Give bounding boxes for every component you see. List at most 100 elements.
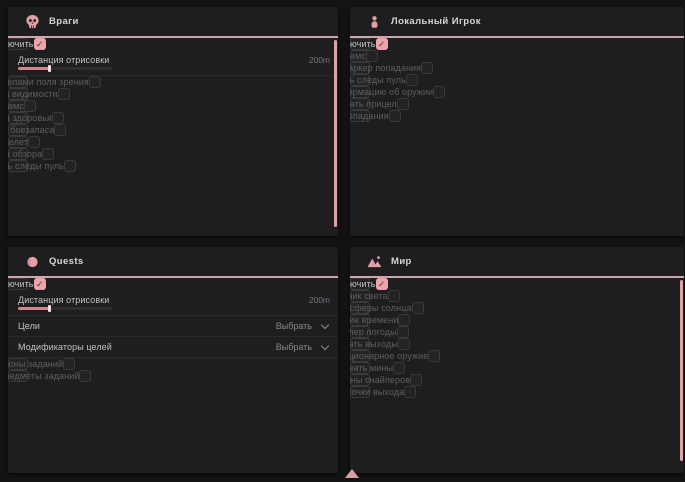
setting-label: Полоска здоровья — [8, 114, 52, 123]
setting-label: Включить — [8, 40, 34, 49]
setting-row[interactable]: Проверка видимости — [8, 88, 28, 100]
checkbox[interactable] — [28, 136, 40, 148]
setting-row[interactable]: Показывать следы пуль — [8, 160, 28, 172]
setting-row[interactable]: Смена атмосферы солнца — [350, 302, 370, 314]
checkbox[interactable] — [404, 386, 416, 398]
checkbox[interactable] — [412, 302, 424, 314]
checkbox[interactable] — [42, 148, 54, 160]
panel-content-local-player: Включить✓ ЧамсПоказывать маркер попадания… — [350, 38, 684, 236]
setting-label: Показывать следы пуль — [8, 162, 64, 171]
setting-row[interactable]: Включить✓ — [350, 38, 370, 50]
checkbox[interactable] — [79, 370, 91, 382]
setting-row[interactable]: Контроллер погоды — [350, 326, 370, 338]
setting-row[interactable]: Полоска боезапаса — [8, 124, 28, 136]
setting-row[interactable]: Чамс — [8, 100, 28, 112]
slider-value: 200m — [309, 55, 330, 65]
setting-label: Источник света — [350, 292, 388, 301]
setting-row[interactable]: Показать зоны заданий — [8, 358, 28, 370]
setting-row[interactable]: Показывать следы пуль — [350, 74, 370, 86]
setting-row[interactable]: Показывать выходы — [350, 338, 370, 350]
checkbox[interactable] — [58, 88, 70, 100]
checkbox[interactable] — [428, 350, 440, 362]
setting-label: Показывать маркер попадания — [350, 64, 421, 73]
setting-label: Показывать прицел — [350, 100, 397, 109]
slider-handle[interactable] — [48, 305, 51, 312]
panel-title: Враги — [49, 16, 79, 27]
setting-label: Показывать предметы заданий — [8, 372, 79, 381]
setting-label: Смена атмосферы солнца — [350, 304, 412, 313]
checkbox[interactable] — [398, 338, 410, 350]
setting-label: Чамс — [8, 102, 24, 111]
quest-icon — [25, 254, 40, 269]
checkbox[interactable]: ✓ — [34, 38, 46, 50]
checkbox[interactable] — [388, 290, 400, 302]
setting-row[interactable]: Модификаторы целей Выбрать — [8, 337, 338, 358]
checkbox[interactable] — [393, 362, 405, 374]
checkbox[interactable]: ✓ — [34, 278, 46, 290]
setting-row[interactable]: Скелет — [8, 136, 28, 148]
checkbox[interactable] — [64, 160, 76, 172]
setting-row[interactable]: Показывать маркер попадания — [350, 62, 370, 74]
setting-row[interactable]: Показать зоны снайперов — [350, 374, 370, 386]
checkbox[interactable]: ✓ — [376, 38, 388, 50]
checkbox[interactable] — [63, 358, 75, 370]
checkbox[interactable] — [89, 76, 101, 88]
setting-row[interactable]: Полоска здоровья — [8, 112, 28, 124]
setting-label: Стрелки за пределами поля зрения — [8, 78, 89, 87]
panel-content-world: Включить✓Источник светаСмена атмосферы с… — [350, 278, 684, 473]
panel-header-enemies: Враги — [8, 7, 338, 38]
setting-row[interactable]: Показывать стационарное оружие — [350, 350, 370, 362]
setting-label: Линия обзора — [8, 150, 42, 159]
distance-slider[interactable] — [18, 307, 113, 310]
setting-row[interactable]: Дистанция отрисовки200m — [8, 50, 338, 76]
setting-row[interactable]: Источник света — [350, 290, 370, 302]
setting-label: Включить — [8, 280, 34, 289]
checkbox[interactable] — [54, 124, 66, 136]
checkbox[interactable] — [397, 326, 409, 338]
setting-row[interactable]: Цели Выбрать — [8, 316, 338, 337]
setting-row[interactable]: Показать точки выхода — [350, 386, 370, 398]
setting-row[interactable]: Стрелки за пределами поля зрения — [8, 76, 28, 88]
setting-row[interactable]: Показывать информацию об оружии — [350, 86, 370, 98]
slider-handle[interactable] — [48, 65, 51, 72]
setting-row[interactable]: Показывать мины — [350, 362, 370, 374]
setting-row[interactable]: Показывать прицел — [350, 98, 370, 110]
panel-title: Quests — [49, 256, 84, 267]
dropdown[interactable]: Выбрать — [276, 342, 330, 352]
checkbox[interactable] — [389, 110, 401, 122]
dropdown-value: Выбрать — [276, 342, 312, 352]
setting-label: Проверка видимости — [8, 90, 58, 99]
skull-icon — [25, 14, 40, 29]
setting-row[interactable]: Включить✓ — [350, 278, 370, 290]
setting-row[interactable]: Включить✓ — [8, 278, 28, 290]
scrollbar[interactable] — [680, 280, 683, 461]
setting-row[interactable]: Показывать предметы заданий — [8, 370, 28, 382]
checkbox[interactable] — [410, 374, 422, 386]
setting-label: Модификаторы целей — [18, 342, 112, 352]
panel-enemies: Враги Включить✓Дистанция отрисовки200mСт… — [8, 7, 338, 236]
checkbox[interactable] — [397, 98, 409, 110]
checkbox[interactable] — [421, 62, 433, 74]
setting-label: Чамс — [350, 52, 366, 61]
chevron-down-icon — [321, 342, 329, 350]
checkbox[interactable] — [52, 112, 64, 124]
checkbox[interactable] — [406, 74, 418, 86]
checkbox[interactable] — [366, 50, 378, 62]
checkbox[interactable] — [24, 100, 36, 112]
scrollbar[interactable] — [334, 40, 337, 227]
setting-row[interactable]: Дистанция отрисовки200m — [8, 290, 338, 316]
checkbox[interactable] — [433, 86, 445, 98]
setting-label: Изменение времени — [350, 316, 398, 325]
distance-slider[interactable] — [18, 67, 113, 70]
dropdown[interactable]: Выбрать — [276, 321, 330, 331]
setting-label: Включить — [350, 40, 376, 49]
checkbox[interactable] — [398, 314, 410, 326]
setting-row[interactable]: Включить✓ — [8, 38, 28, 50]
setting-label: Контроллер погоды — [350, 328, 397, 337]
setting-row[interactable]: Чамс — [350, 50, 370, 62]
setting-row[interactable]: Линия обзора — [8, 148, 28, 160]
setting-row[interactable]: Изменение времени — [350, 314, 370, 326]
setting-label: Цели — [18, 321, 40, 331]
setting-row[interactable]: Звук попадания — [350, 110, 370, 122]
checkbox[interactable]: ✓ — [376, 278, 388, 290]
